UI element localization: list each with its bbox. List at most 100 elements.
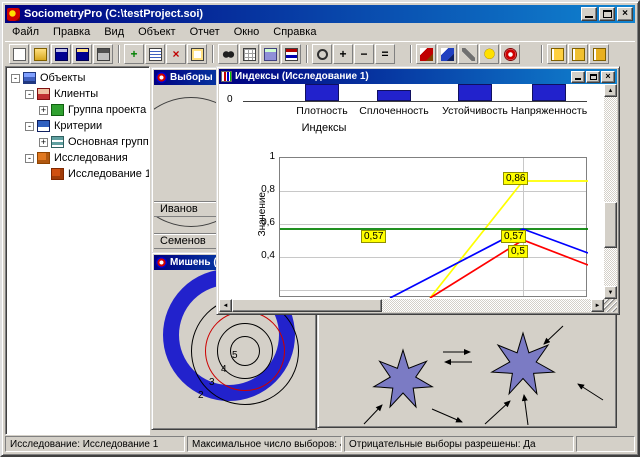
sociogram-node-star[interactable] xyxy=(374,350,433,407)
menu-report[interactable]: Отчет xyxy=(183,24,227,40)
scroll-down-button[interactable]: ▼ xyxy=(604,286,617,299)
point-value-label: 0,5 xyxy=(508,245,528,258)
tree-expander-icon[interactable]: - xyxy=(11,74,20,83)
save-all-button[interactable] xyxy=(72,44,92,64)
client-name: Семенов xyxy=(160,235,206,247)
tree-item-research-1[interactable]: Исследование 1 xyxy=(6,166,149,182)
tree-item-researches[interactable]: - Исследования xyxy=(6,150,149,166)
tree-expander-icon[interactable]: + xyxy=(39,138,48,147)
line-chart-ylabel: Значение xyxy=(257,192,268,236)
zoom-out-button[interactable]: − xyxy=(354,44,374,64)
save-icon xyxy=(55,48,68,61)
resize-grip[interactable] xyxy=(604,299,617,312)
window-titlebar[interactable]: SociometryPro (C:\testProject.soi) × xyxy=(5,5,635,23)
menu-object[interactable]: Объект xyxy=(131,24,182,40)
scroll-left-button[interactable]: ◄ xyxy=(219,299,232,312)
indices-window-icon xyxy=(221,71,232,82)
target-ring-number: 4 xyxy=(221,364,227,375)
toolbar-separator xyxy=(212,45,214,63)
point-value-label: 0,86 xyxy=(503,172,528,185)
report-book-3-button[interactable] xyxy=(589,44,609,64)
target-ring-number: 3 xyxy=(209,377,215,388)
tree-item-clients[interactable]: - Клиенты xyxy=(6,86,149,102)
clients-icon xyxy=(37,88,50,100)
toolbar-separator xyxy=(306,45,308,63)
new-document-icon xyxy=(13,48,26,61)
pen-tool-button[interactable] xyxy=(437,44,457,64)
indices-client-area: 0 Плотность Сплоченность Устойчивость На… xyxy=(219,84,617,312)
add-object-button[interactable]: + xyxy=(124,44,144,64)
menu-bar: Файл Правка Вид Объект Отчет Окно Справк… xyxy=(5,23,635,41)
tree-expander-icon[interactable]: - xyxy=(25,154,34,163)
maximize-button[interactable] xyxy=(599,7,615,21)
wrench-tool-button[interactable] xyxy=(458,44,478,64)
vertical-scrollbar[interactable]: ▲ ▼ xyxy=(604,84,617,299)
y-axis-tick: 0,6 xyxy=(253,217,275,228)
scroll-right-button[interactable]: ► xyxy=(591,299,604,312)
indices-window-titlebar[interactable]: Индексы (Исследование 1) × xyxy=(219,69,617,84)
tree-item-objects[interactable]: - Объекты xyxy=(6,70,149,86)
line-plot xyxy=(279,157,587,297)
menu-edit[interactable]: Правка xyxy=(46,24,97,40)
zoom-fit-button[interactable]: = xyxy=(375,44,395,64)
lamp-tool-button[interactable] xyxy=(479,44,499,64)
minimize-button[interactable] xyxy=(581,7,597,21)
open-button[interactable] xyxy=(30,44,50,64)
menu-file[interactable]: Файл xyxy=(5,24,46,40)
vertical-scroll-thumb[interactable] xyxy=(604,202,617,248)
tree-expander-icon[interactable]: - xyxy=(25,122,34,131)
close-button[interactable]: × xyxy=(617,7,633,21)
tree-expander-icon[interactable]: - xyxy=(25,90,34,99)
toolbar: + × + − = xyxy=(5,41,635,66)
horizontal-scroll-thumb[interactable] xyxy=(232,299,382,312)
status-max-choices: Максимальное число выборов: 4 xyxy=(187,436,342,452)
tree-item-label: Основная группа кр xyxy=(68,136,150,148)
left-arrow-icon: ◄ xyxy=(223,303,229,309)
menu-help[interactable]: Справка xyxy=(266,24,323,40)
application-window: SociometryPro (C:\testProject.soi) × Фай… xyxy=(0,0,640,457)
tree-item-criteria-group[interactable]: + Основная группа кр xyxy=(6,134,149,150)
tree-item-project-group[interactable]: + Группа проекта 'Alph xyxy=(6,102,149,118)
maximize-icon xyxy=(590,74,597,80)
y-axis-tick: 0,4 xyxy=(253,250,275,261)
delete-object-button[interactable]: × xyxy=(166,44,186,64)
calculator-button[interactable] xyxy=(260,44,280,64)
indices-minimize-button[interactable] xyxy=(571,71,585,83)
bar-category-label: Напряженность xyxy=(494,105,604,117)
binoculars-icon xyxy=(222,48,235,61)
tree-item-label: Исследование 1 xyxy=(68,168,150,180)
horizontal-scrollbar[interactable]: ◄ ► xyxy=(219,299,604,312)
print-button[interactable] xyxy=(93,44,113,64)
new-button[interactable] xyxy=(9,44,29,64)
save-button[interactable] xyxy=(51,44,71,64)
report-book-2-button[interactable] xyxy=(568,44,588,64)
bar-chart-xlabel: Индексы xyxy=(269,122,379,134)
indices-maximize-button[interactable] xyxy=(586,71,600,83)
menu-window[interactable]: Окно xyxy=(227,24,267,40)
point-value-label: 0,57 xyxy=(501,230,526,243)
sociogram-node-star[interactable] xyxy=(492,333,554,394)
edit-object-button[interactable] xyxy=(145,44,165,64)
pencil-tool-button[interactable] xyxy=(416,44,436,64)
target-ring-number: 2 xyxy=(198,390,204,401)
minimize-icon xyxy=(575,78,581,80)
target-tool-button[interactable] xyxy=(500,44,520,64)
indices-close-button[interactable]: × xyxy=(601,71,615,83)
pan-button[interactable]: + xyxy=(333,44,353,64)
line-series-canvas xyxy=(280,158,588,298)
find-button[interactable] xyxy=(218,44,238,64)
properties-button[interactable] xyxy=(187,44,207,64)
pen-icon xyxy=(441,48,454,61)
bar xyxy=(305,84,339,101)
tree-item-label: Группа проекта 'Alph xyxy=(68,104,150,116)
grid-view-button[interactable] xyxy=(239,44,259,64)
menu-view[interactable]: Вид xyxy=(97,24,131,40)
tree-expander-icon[interactable]: + xyxy=(39,106,48,115)
bar-axis-tick: 0 xyxy=(227,94,233,105)
scroll-up-button[interactable]: ▲ xyxy=(604,84,617,97)
report-table-button[interactable] xyxy=(281,44,301,64)
tree-item-criteria[interactable]: - Критерии xyxy=(6,118,149,134)
indices-window[interactable]: Индексы (Исследование 1) × 0 Плотность С… xyxy=(216,66,620,315)
zoom-button[interactable] xyxy=(312,44,332,64)
report-book-1-button[interactable] xyxy=(547,44,567,64)
